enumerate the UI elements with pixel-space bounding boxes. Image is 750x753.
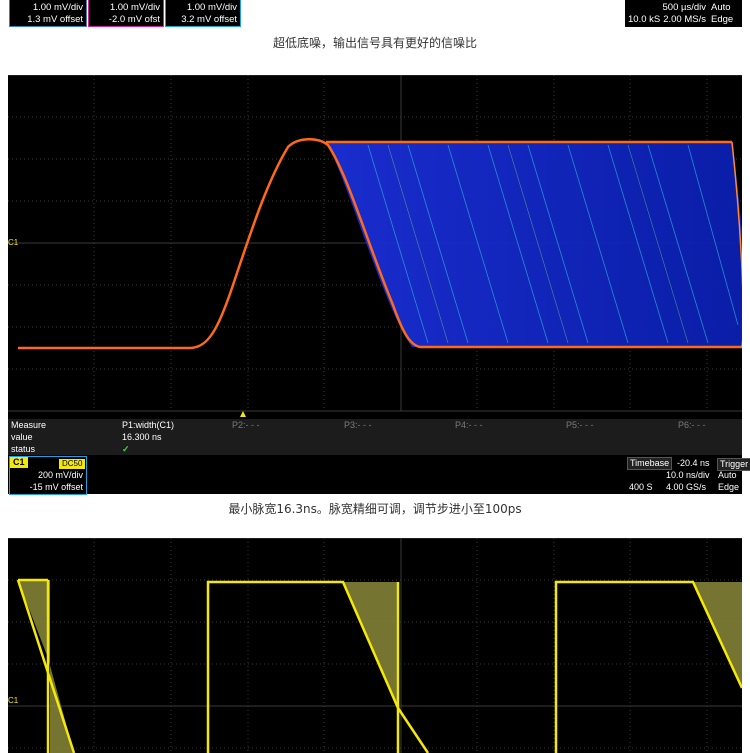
top-status-strip: 1.00 mV/div 1.3 mV offset 1.00 mV/div -2… (0, 0, 750, 28)
trigger-mode: Auto (718, 470, 737, 480)
measure-p3-name[interactable]: P3:- - - (344, 419, 372, 431)
scope-panel-1: C1 Measure P1:width(C1) P2:- - - P3:- - … (8, 75, 750, 495)
channel-vdiv: 1.00 mV/div (109, 2, 160, 13)
measure-value-row: value 16.300 ns (8, 431, 750, 443)
channel-offset: 3.2 mV offset (181, 14, 237, 25)
value-label: value (11, 432, 33, 442)
channel-vdiv: 1.00 mV/div (186, 2, 237, 13)
timebase-rate: 2.00 MS/s (663, 14, 706, 25)
c1-channel-tag: C1 (10, 457, 28, 468)
timebase-delay: -20.4 ns (677, 458, 710, 468)
channel-info-box[interactable]: 1.00 mV/div 3.2 mV offset (165, 0, 241, 27)
measure-p4-name[interactable]: P4:- - - (455, 419, 483, 431)
channel-offset: -2.0 mV ofst (108, 14, 160, 25)
measure-label: Measure (11, 420, 47, 430)
measure-p2-name[interactable]: P2:- - - (232, 419, 260, 431)
channel-info-box[interactable]: 1.00 mV/div 1.3 mV offset (9, 0, 87, 27)
timebase-div: 10.0 ns/div (666, 470, 710, 480)
channel-vdiv: 1.00 mV/div (32, 2, 83, 13)
caption-pulse-width: 最小脉宽16.3ns。脉宽精细可调，调节步进小至100ps (228, 502, 522, 516)
waveform-display-2[interactable]: C1 (8, 538, 742, 753)
caption-noise: 超低底噪，输出信号具有更好的信噪比 (272, 36, 477, 50)
c1-level-marker-2: C1 (8, 696, 19, 705)
measure-header-row: Measure P1:width(C1) P2:- - - P3:- - - P… (8, 419, 750, 431)
measure-p6-name[interactable]: P6:- - - (678, 419, 706, 431)
c1-vdiv: 200 mV/div (37, 470, 83, 480)
scope-panel-2: C1 (8, 538, 742, 753)
timebase-samples: 10.0 kS (628, 14, 661, 25)
trigger-type: Edge (711, 14, 734, 25)
measure-status-row: status ✓ (8, 443, 750, 455)
coupling-badge: DC50 (58, 458, 87, 470)
measure-p1-name[interactable]: P1:width(C1) (122, 419, 174, 431)
timebase-div: 500 µs/div (662, 2, 707, 13)
timebase-rate: 4.00 GS/s (666, 482, 707, 492)
trigger-mode: Auto (711, 2, 731, 13)
timebase-label: Timebase (627, 457, 673, 470)
channel-info-box[interactable]: 1.00 mV/div -2.0 mV ofst (88, 0, 164, 27)
status-label: status (11, 444, 36, 454)
c1-level-marker: C1 (8, 238, 19, 247)
timebase-descriptor[interactable]: Timebase -20.4 ns Trigger 10.0 ns/div Au… (625, 456, 750, 493)
c1-channel-descriptor[interactable]: C1 DC50 200 mV/div -15 mV offset (9, 456, 87, 495)
status-check-icon: ✓ (122, 444, 130, 454)
c1-offset: -15 mV offset (29, 482, 83, 492)
timebase-samples: 400 S (629, 482, 653, 492)
trigger-type: Edge (718, 482, 740, 492)
timebase-info[interactable]: 500 µs/div 10.0 kS 2.00 MS/s Auto Edge (625, 0, 742, 27)
measure-p1-value: 16.300 ns (122, 432, 162, 442)
measure-p5-name[interactable]: P5:- - - (566, 419, 594, 431)
channel-offset: 1.3 mV offset (27, 14, 83, 25)
